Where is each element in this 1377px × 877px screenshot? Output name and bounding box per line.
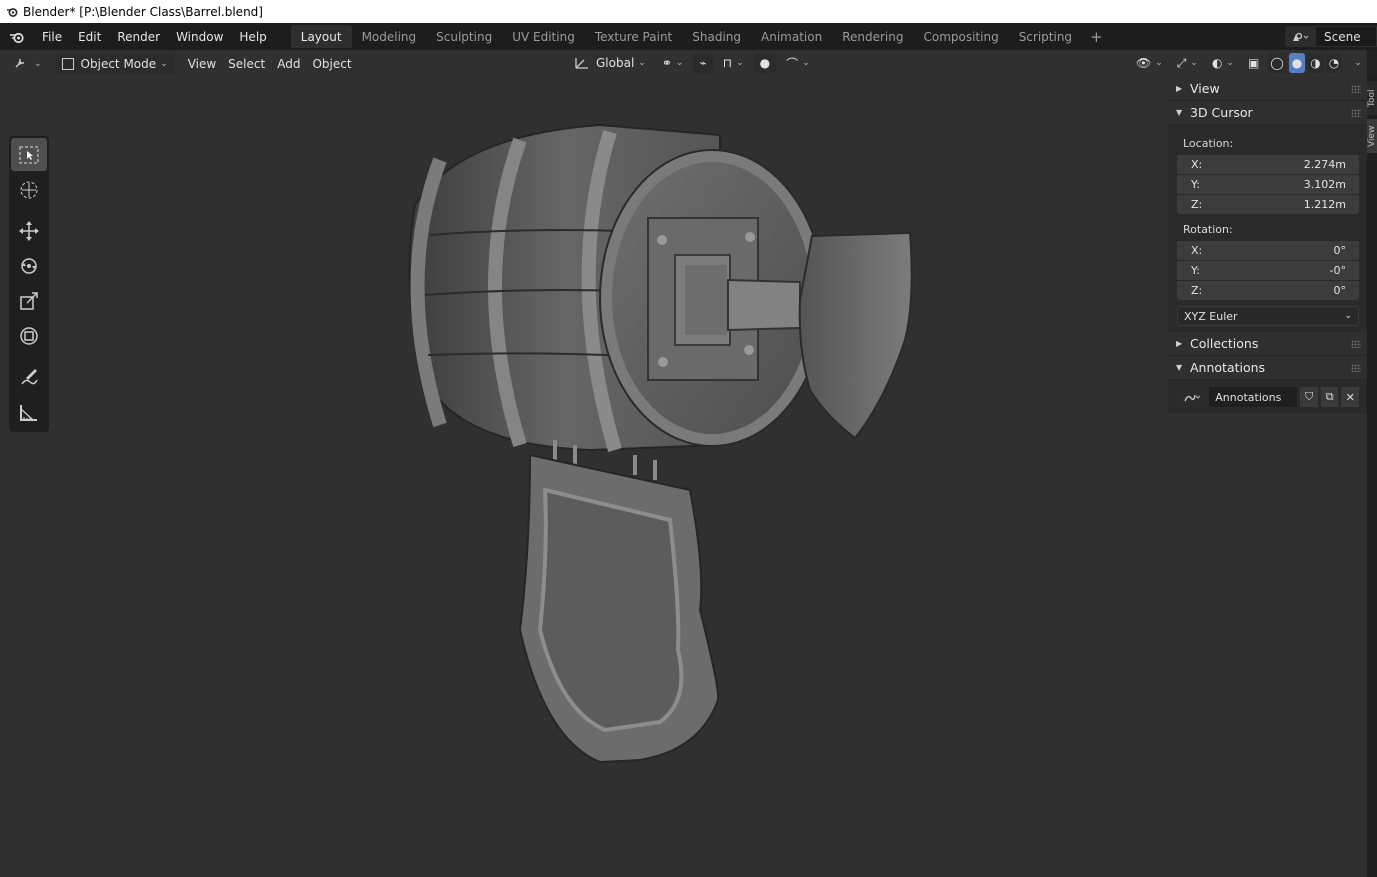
gizmo-icon[interactable]: ⤢ ⌄ — [1171, 53, 1204, 73]
collapsed-triangle-icon: ▶ — [1176, 84, 1183, 93]
rotation-z-field[interactable]: Z: 0° — [1177, 281, 1359, 300]
window-titlebar: Blender* [P:\Blender Class\Barrel.blend] — [0, 0, 1377, 23]
menu-window[interactable]: Window — [168, 23, 231, 50]
rotation-y-field[interactable]: Y: -0° — [1177, 261, 1359, 280]
panel-annotations-header[interactable]: ▼ Annotations — [1168, 356, 1367, 380]
location-x-field[interactable]: X: 2.274m — [1177, 155, 1359, 174]
duplicate-icon[interactable]: ⧉ — [1320, 387, 1339, 407]
expanded-triangle-icon: ▼ — [1176, 363, 1183, 372]
snap-icon[interactable]: ⌁ — [693, 53, 713, 73]
3d-viewport[interactable] — [0, 50, 1367, 877]
location-label: Location: — [1183, 137, 1234, 150]
menu-add[interactable]: Add — [271, 54, 306, 74]
panel-annotations-body: Annotations ⛉ ⧉ ✕ — [1168, 380, 1367, 414]
tab-sculpting[interactable]: Sculpting — [426, 25, 502, 48]
transform-settings: Global ⌄ ⚭ ⌄ ⌁ ⊓ ⌄ ● ⌒ ⌄ — [568, 53, 816, 73]
menu-select[interactable]: Select — [222, 54, 271, 74]
menu-object[interactable]: Object — [306, 54, 357, 74]
tab-compositing[interactable]: Compositing — [913, 25, 1008, 48]
mode-dropdown[interactable]: Object Mode ⌄ — [55, 53, 174, 74]
scene-selector[interactable]: Scene — [1285, 26, 1377, 47]
rendered-shading-icon[interactable]: ◔ — [1325, 53, 1343, 73]
annotate-tool-icon[interactable] — [11, 360, 47, 393]
tab-texture-paint[interactable]: Texture Paint — [585, 25, 682, 48]
material-shading-icon[interactable]: ◑ — [1307, 53, 1324, 73]
orientation-dropdown[interactable]: Global ⌄ — [568, 53, 652, 73]
solid-shading-icon[interactable]: ● — [1288, 53, 1306, 73]
select-box-tool-icon[interactable] — [11, 138, 47, 171]
location-z-field[interactable]: Z: 1.212m — [1177, 195, 1359, 214]
snap-target-icon[interactable]: ⊓ ⌄ — [717, 53, 750, 73]
panel-3d-cursor-header[interactable]: ▼ 3D Cursor — [1168, 101, 1367, 125]
rotation-label: Rotation: — [1183, 223, 1233, 236]
falloff-icon[interactable]: ⌒ ⌄ — [780, 53, 816, 73]
menu-file[interactable]: File — [34, 23, 70, 50]
mode-icon — [61, 57, 74, 70]
pivot-icon[interactable]: ⚭ ⌄ — [656, 53, 690, 73]
xray-icon[interactable]: ▣ — [1242, 53, 1265, 73]
orientation-icon — [575, 58, 588, 69]
drag-grip-icon[interactable] — [1351, 364, 1361, 372]
tab-view[interactable]: View — [1367, 119, 1377, 153]
workspace-tabs: Layout Modeling Sculpting UV Editing Tex… — [290, 23, 1111, 50]
rotation-mode-dropdown[interactable]: XYZ Euler ⌄ — [1177, 306, 1359, 326]
tab-scripting[interactable]: Scripting — [1009, 25, 1082, 48]
wireframe-shading-icon[interactable]: ◯ — [1267, 53, 1287, 73]
blender-logo-icon — [7, 7, 18, 17]
transform-tool-icon[interactable] — [11, 319, 47, 352]
tab-tool[interactable]: Tool — [1367, 81, 1377, 115]
collapsed-triangle-icon: ▶ — [1176, 339, 1183, 348]
scene-icon[interactable] — [1285, 26, 1315, 47]
proportional-edit-icon[interactable]: ● — [753, 53, 777, 73]
window-title: Blender* [P:\Blender Class\Barrel.blend] — [23, 4, 263, 19]
barrel-model — [408, 123, 913, 764]
blender-menu-icon[interactable] — [0, 23, 34, 50]
tab-modeling[interactable]: Modeling — [352, 25, 427, 48]
tab-shading[interactable]: Shading — [682, 25, 751, 48]
drag-grip-icon[interactable] — [1351, 85, 1361, 93]
viewport-header: ⌄ Object Mode ⌄ View Select Add Object Gl… — [0, 50, 1377, 77]
location-y-field[interactable]: Y: 3.102m — [1177, 175, 1359, 194]
sidebar-tabs: Tool View — [1367, 77, 1377, 877]
menu-edit[interactable]: Edit — [70, 23, 109, 50]
scale-tool-icon[interactable] — [11, 284, 47, 317]
add-workspace-icon[interactable]: + — [1082, 28, 1111, 46]
move-tool-icon[interactable] — [11, 214, 47, 247]
menu-view[interactable]: View — [182, 54, 222, 74]
drag-grip-icon[interactable] — [1351, 340, 1361, 348]
tab-uv-editing[interactable]: UV Editing — [502, 25, 585, 48]
close-icon[interactable]: ✕ — [1341, 387, 1360, 407]
chevron-down-icon: ⌄ — [1344, 311, 1352, 321]
viewport-shading-controls: 👁 ⌄ ⤢ ⌄ ◐ ⌄ ▣ ◯ ● ◑ ◔ ⌄ — [1130, 53, 1368, 73]
rotate-tool-icon[interactable] — [11, 249, 47, 282]
scene-name-field[interactable]: Scene — [1315, 26, 1377, 47]
annotation-datablock-row: Annotations ⛉ ⧉ ✕ — [1177, 386, 1360, 408]
annotation-browse-icon[interactable] — [1177, 387, 1207, 407]
n-panel-sidebar: ▶ View ▼ 3D Cursor Location: X: 2.274m Y:… — [1168, 77, 1367, 414]
rotation-x-field[interactable]: X: 0° — [1177, 241, 1359, 260]
tab-layout[interactable]: Layout — [290, 25, 352, 48]
panel-view-header[interactable]: ▶ View — [1168, 77, 1367, 101]
tab-rendering[interactable]: Rendering — [832, 25, 913, 48]
panel-3d-cursor-body: Location: X: 2.274m Y: 3.102m Z: 1.212m Rot… — [1168, 125, 1367, 332]
annotation-name-field[interactable]: Annotations — [1209, 387, 1298, 407]
measure-tool-icon[interactable] — [11, 395, 47, 428]
visibility-icon[interactable]: 👁 ⌄ — [1130, 53, 1169, 73]
editor-type-icon[interactable]: ⌄ — [8, 54, 48, 74]
tab-animation[interactable]: Animation — [751, 25, 832, 48]
panel-collections-header[interactable]: ▶ Collections — [1168, 332, 1367, 356]
overlay-icon[interactable]: ◐ ⌄ — [1206, 53, 1240, 73]
top-bar: File Edit Render Window Help Layout Mode… — [0, 23, 1377, 50]
tool-shelf — [9, 136, 49, 432]
cursor-tool-icon[interactable] — [11, 173, 47, 206]
expanded-triangle-icon: ▼ — [1176, 108, 1183, 117]
menu-help[interactable]: Help — [231, 23, 274, 50]
menu-render[interactable]: Render — [109, 23, 168, 50]
shading-options-icon[interactable]: ⌄ — [1344, 53, 1368, 73]
fake-user-shield-icon[interactable]: ⛉ — [1300, 387, 1318, 407]
drag-grip-icon[interactable] — [1351, 109, 1361, 117]
